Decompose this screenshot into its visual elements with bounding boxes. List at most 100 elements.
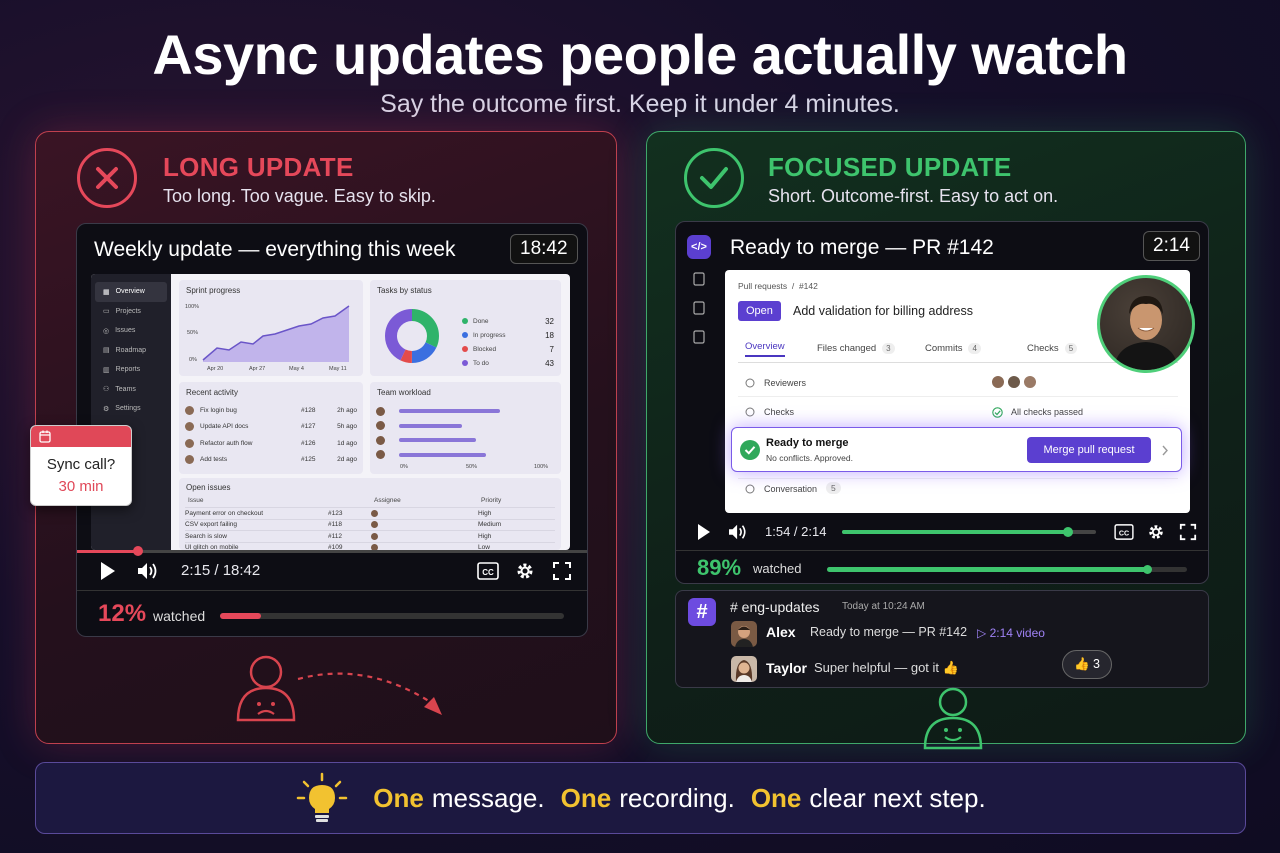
long-update-heading: LONG UPDATE — [163, 152, 354, 182]
nav-item-settings[interactable]: ⚙ Settings — [95, 399, 167, 419]
message-text: Ready to merge — PR #142 — [810, 625, 968, 639]
merge-subtitle: No conflicts. Approved. — [766, 453, 853, 463]
reaction-pill[interactable]: 👍 3 — [1062, 650, 1112, 679]
divider — [738, 396, 1178, 397]
nav-label: Projects — [115, 307, 141, 315]
activity-title: Recent activity — [186, 388, 239, 397]
legend-dot — [462, 318, 468, 324]
x-tick: May 11 — [329, 366, 347, 372]
chevron-right-icon[interactable] — [1161, 445, 1169, 456]
x-tick: 0% — [400, 464, 408, 470]
issue-id: #123 — [328, 509, 343, 517]
fullscreen-icon[interactable] — [552, 561, 572, 581]
sprint-title: Sprint progress — [186, 286, 241, 295]
watched-percent: 89% — [697, 555, 742, 580]
settings-gear-icon[interactable] — [1147, 523, 1165, 541]
open-issues-card: Open issues Issue Assignee Priority Paym… — [179, 478, 561, 550]
issue-priority: High — [478, 509, 492, 517]
breadcrumb: Pull requests / #142 — [738, 281, 818, 291]
volume-icon[interactable] — [136, 561, 160, 581]
legend-dot — [462, 332, 468, 338]
checks-label: Checks — [764, 407, 795, 417]
team-workload-card: Team workload 0% 50% 100% — [370, 382, 561, 474]
issue-row: Search is slow #112 High — [185, 530, 555, 542]
tab-commits[interactable]: Commits 4 — [925, 340, 981, 357]
watched-label: watched — [153, 608, 206, 624]
info-icon — [745, 484, 755, 494]
volume-icon[interactable] — [727, 523, 749, 541]
video-scrubber[interactable] — [77, 550, 587, 553]
issue-text: Search is slow — [185, 532, 227, 540]
page-title: Async updates people actually watch — [152, 23, 1128, 86]
sprint-area-chart — [202, 305, 350, 362]
sprint-progress-card: Sprint progress 100% 50% 0% Apr 20 Apr 2… — [179, 280, 363, 376]
issues-title: Open issues — [186, 483, 231, 492]
sidebar-doc-icons — [693, 272, 705, 344]
col-header: Assignee — [374, 497, 401, 504]
issue-priority: Medium — [478, 521, 502, 529]
nav-item-teams[interactable]: ⚇ Teams — [95, 380, 167, 400]
legend-item: Blocked 7 — [462, 342, 554, 356]
duration-badge: 2:14 — [1143, 231, 1200, 261]
x-tick: Apr 20 — [207, 366, 224, 372]
workload-row — [376, 404, 554, 419]
activity-row: Refactor auth flow #126 1d ago — [185, 435, 357, 452]
tab-checks[interactable]: Checks 5 — [1027, 340, 1078, 357]
info-icon — [745, 378, 755, 388]
merge-pull-request-button[interactable]: Merge pull request — [1027, 437, 1151, 463]
settings-gear-icon[interactable] — [515, 561, 535, 581]
nav-item-projects[interactable]: ▭ Projects — [95, 302, 167, 322]
tab-label: Overview — [745, 341, 785, 352]
open-status-badge: Open — [738, 301, 781, 321]
nav-item-overview[interactable]: ▦ Overview — [95, 282, 167, 302]
conversation-count: 5 — [826, 482, 841, 494]
avatar — [376, 421, 385, 431]
activity-id: #127 — [301, 423, 316, 431]
activity-text: Update API docs — [200, 423, 249, 431]
message-text: Super helpful — got it 👍 — [814, 660, 959, 675]
captions-icon[interactable]: CC — [477, 562, 499, 580]
conversation-label: Conversation — [764, 484, 818, 494]
video-scrubber[interactable] — [842, 530, 1096, 534]
workload-bar — [399, 409, 500, 414]
legend-dot — [462, 360, 468, 366]
channel-name[interactable]: # eng-updates — [730, 599, 820, 615]
check-icon — [992, 407, 1003, 418]
divider — [738, 362, 1178, 363]
workload-row — [376, 433, 554, 448]
play-icon[interactable] — [696, 523, 712, 541]
activity-id: #128 — [301, 406, 316, 414]
activity-id: #125 — [301, 456, 316, 464]
nav-item-reports[interactable]: ▥ Reports — [95, 360, 167, 380]
avatar — [185, 405, 194, 415]
video-title: Ready to merge — PR #142 — [730, 236, 994, 259]
reviewers-label: Reviewers — [764, 378, 807, 388]
captions-icon[interactable]: CC — [1114, 524, 1134, 540]
nav-icon: ⚇ — [103, 386, 110, 394]
legend-item: Done 32 — [462, 314, 554, 328]
tab-files-changed[interactable]: Files changed 3 — [817, 340, 895, 357]
workload-bar — [399, 452, 486, 457]
nav-item-roadmap[interactable]: ▤ Roadmap — [95, 341, 167, 361]
svg-text:CC: CC — [482, 568, 494, 577]
tab-overview[interactable]: Overview — [745, 340, 785, 357]
scrubber-handle[interactable] — [1063, 527, 1074, 537]
legend-item: To do 43 — [462, 356, 554, 370]
activity-text: Fix login bug — [200, 406, 237, 414]
banner-word: One — [560, 782, 612, 813]
activity-text: Refactor auth flow — [200, 439, 253, 447]
nav-item-issues[interactable]: ◎ Issues — [95, 321, 167, 341]
avatar — [185, 455, 194, 465]
issue-text: CSV export failing — [185, 521, 238, 529]
info-icon — [745, 407, 755, 417]
video-link[interactable]: ▷ 2:14 video — [977, 626, 1045, 640]
activity-row: Add tests #125 2d ago — [185, 452, 357, 469]
tab-label: Checks — [1027, 343, 1059, 354]
tab-label: Commits — [925, 343, 963, 354]
divider — [738, 478, 1178, 479]
play-icon[interactable] — [99, 561, 117, 581]
legend-label: To do — [473, 359, 489, 367]
legend-label: Done — [473, 317, 489, 325]
sad-person-icon — [236, 655, 296, 722]
fullscreen-icon[interactable] — [1179, 523, 1197, 541]
